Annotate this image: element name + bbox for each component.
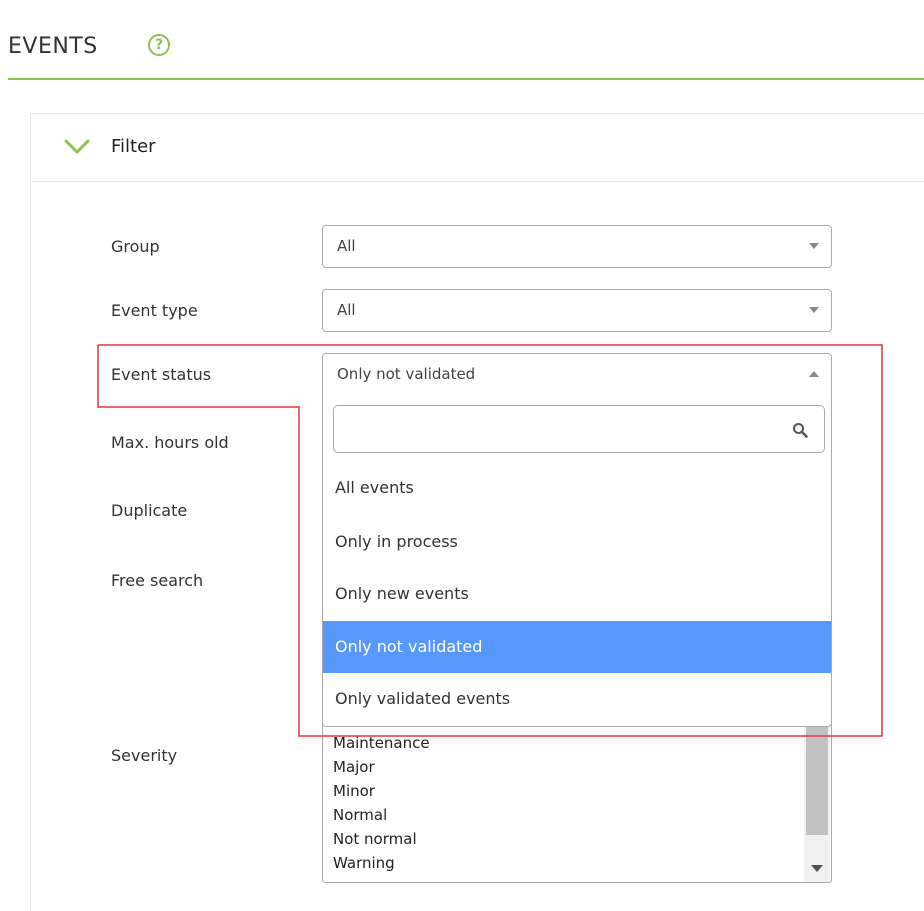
list-item[interactable]: Warning xyxy=(333,851,395,875)
event-type-select-value: All xyxy=(337,301,356,319)
search-icon xyxy=(793,423,808,438)
group-select-value: All xyxy=(337,237,356,255)
dropdown-option[interactable]: Only validated events xyxy=(323,673,831,725)
help-icon[interactable]: ? xyxy=(148,34,170,56)
max-hours-old-label: Max. hours old xyxy=(111,433,229,452)
group-label: Group xyxy=(111,237,160,256)
chevron-up-icon xyxy=(809,371,819,377)
list-item[interactable]: Minor xyxy=(333,779,375,803)
event-type-label: Event type xyxy=(111,301,198,320)
event-type-select[interactable]: All xyxy=(322,289,832,332)
list-item[interactable]: Maintenance xyxy=(333,731,430,755)
chevron-down-icon[interactable] xyxy=(64,139,90,155)
dropdown-option[interactable]: Only new events xyxy=(323,568,831,620)
free-search-label: Free search xyxy=(111,571,204,590)
event-status-select-value: Only not validated xyxy=(337,365,476,383)
list-item[interactable]: Normal xyxy=(333,803,387,827)
event-status-select[interactable]: Only not validated xyxy=(322,353,832,396)
dropdown-search-input[interactable] xyxy=(333,405,825,453)
chevron-down-icon xyxy=(809,307,819,313)
duplicate-label: Duplicate xyxy=(111,501,188,520)
scroll-down-icon[interactable] xyxy=(811,865,823,872)
list-item[interactable]: Major xyxy=(333,755,375,779)
page-title: EVENTS xyxy=(8,34,98,59)
severity-label: Severity xyxy=(111,746,178,765)
list-item[interactable]: Not normal xyxy=(333,827,417,851)
event-status-dropdown: All events Only in process Only new even… xyxy=(322,395,832,727)
filter-header[interactable]: Filter xyxy=(31,114,924,182)
event-status-label: Event status xyxy=(111,365,212,384)
filter-title: Filter xyxy=(111,136,156,157)
events-page: EVENTS ? Filter Group Event type Event s… xyxy=(0,0,924,911)
group-select[interactable]: All xyxy=(322,225,832,268)
scrollbar-thumb[interactable] xyxy=(806,721,828,835)
page-header: EVENTS ? xyxy=(8,0,924,80)
severity-listbox[interactable]: Maintenance Major Minor Normal Not norma… xyxy=(322,720,832,883)
dropdown-option[interactable]: Only in process xyxy=(323,516,831,568)
dropdown-option[interactable]: All events xyxy=(323,462,831,514)
dropdown-option-selected[interactable]: Only not validated xyxy=(323,621,831,673)
chevron-down-icon xyxy=(809,243,819,249)
scrollbar[interactable] xyxy=(804,721,830,882)
